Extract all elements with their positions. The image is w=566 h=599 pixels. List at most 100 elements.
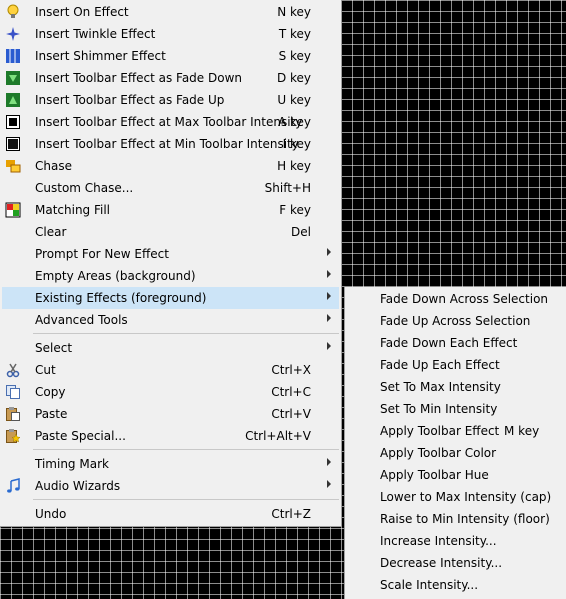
menu-item-select[interactable]: Select	[2, 337, 339, 359]
menu-item-audio-wizards[interactable]: Audio Wizards	[2, 475, 339, 497]
submenu-arrow-icon	[327, 458, 331, 466]
matching-fill-icon	[5, 202, 21, 218]
submenu-item-set-to-max-intensity[interactable]: Set To Max Intensity	[346, 376, 566, 398]
submenu-item-fade-up-each-effect[interactable]: Fade Up Each Effect	[346, 354, 566, 376]
menu-item-label: Existing Effects (foreground)	[35, 291, 207, 305]
submenu-item-fade-down-each-effect[interactable]: Fade Down Each Effect	[346, 332, 566, 354]
submenu-item-scale-intensity[interactable]: Scale Intensity...	[346, 574, 566, 596]
fade-down-icon	[5, 70, 21, 86]
menu-item-label: Undo	[35, 507, 67, 521]
menu-item-custom-chase[interactable]: Custom Chase... Shift+H	[2, 177, 339, 199]
menu-item-shortcut: F key	[279, 203, 311, 217]
submenu-item-apply-toolbar-hue[interactable]: Apply Toolbar Hue	[346, 464, 566, 486]
menu-item-shortcut: I key	[282, 137, 311, 151]
submenu-item-increase-intensity[interactable]: Increase Intensity...	[346, 530, 566, 552]
min-intensity-icon	[5, 136, 21, 152]
menu-item-label: Custom Chase...	[35, 181, 134, 195]
menu-item-label: Paste	[35, 407, 68, 421]
submenu-item-label: Fade Down Each Effect	[380, 336, 518, 350]
menu-item-shortcut: S key	[278, 49, 311, 63]
menu-item-shortcut: N key	[277, 5, 311, 19]
menu-item-shortcut: Ctrl+V	[271, 407, 311, 421]
submenu-arrow-icon	[327, 314, 331, 322]
submenu-item-shortcut: M key	[504, 424, 540, 438]
submenu-arrow-icon	[327, 248, 331, 256]
copy-icon	[5, 384, 21, 400]
submenu-item-label: Set To Max Intensity	[380, 380, 501, 394]
menu-item-label: Cut	[35, 363, 56, 377]
menu-item-label: Empty Areas (background)	[35, 269, 196, 283]
submenu-item-label: Fade Down Across Selection	[380, 292, 549, 306]
menu-separator	[33, 333, 339, 334]
menu-item-label: Prompt For New Effect	[35, 247, 169, 261]
menu-item-insert-min-intensity[interactable]: Insert Toolbar Effect at Min Toolbar Int…	[2, 133, 339, 155]
submenu-item-fade-up-across-selection[interactable]: Fade Up Across Selection	[346, 310, 566, 332]
menu-item-label: Insert On Effect	[35, 5, 129, 19]
menu-item-undo[interactable]: Undo Ctrl+Z	[2, 503, 339, 525]
paste-icon	[5, 406, 21, 422]
menu-item-label: Chase	[35, 159, 72, 173]
music-note-icon	[5, 478, 21, 494]
menu-item-shortcut: Ctrl+C	[271, 385, 311, 399]
submenu-item-decrease-intensity[interactable]: Decrease Intensity...	[346, 552, 566, 574]
submenu-item-fade-down-across-selection[interactable]: Fade Down Across Selection	[346, 288, 566, 310]
max-intensity-icon	[5, 114, 21, 130]
menu-item-shortcut: U key	[277, 93, 311, 107]
menu-item-label: Insert Toolbar Effect as Fade Down	[35, 71, 242, 85]
menu-item-insert-shimmer-effect[interactable]: Insert Shimmer Effect S key	[2, 45, 339, 67]
menu-item-copy[interactable]: Copy Ctrl+C	[2, 381, 339, 403]
menu-item-insert-fade-up[interactable]: Insert Toolbar Effect as Fade Up U key	[2, 89, 339, 111]
menu-item-shortcut: Ctrl+Alt+V	[245, 429, 311, 443]
submenu-item-lower-to-max-intensity[interactable]: Lower to Max Intensity (cap)	[346, 486, 566, 508]
chase-icon	[5, 158, 21, 174]
menu-item-label: Matching Fill	[35, 203, 111, 217]
menu-item-existing-effects[interactable]: Existing Effects (foreground)	[2, 287, 339, 309]
fade-up-icon	[5, 92, 21, 108]
menu-item-prompt-for-new-effect[interactable]: Prompt For New Effect	[2, 243, 339, 265]
menu-separator	[33, 449, 339, 450]
menu-item-insert-on-effect[interactable]: Insert On Effect N key	[2, 1, 339, 23]
submenu-arrow-icon	[327, 342, 331, 350]
menu-item-label: Paste Special...	[35, 429, 126, 443]
menu-item-shortcut: A key	[277, 115, 311, 129]
submenu-item-label: Fade Up Across Selection	[380, 314, 531, 328]
submenu-item-apply-toolbar-color[interactable]: Apply Toolbar Color	[346, 442, 566, 464]
menu-item-paste[interactable]: Paste Ctrl+V	[2, 403, 339, 425]
menu-item-label: Insert Toolbar Effect at Max Toolbar Int…	[35, 115, 303, 129]
menu-item-chase[interactable]: Chase H key	[2, 155, 339, 177]
menu-item-advanced-tools[interactable]: Advanced Tools	[2, 309, 339, 331]
submenu-item-apply-toolbar-effect[interactable]: Apply Toolbar Effect M key	[346, 420, 566, 442]
submenu-item-label: Decrease Intensity...	[380, 556, 503, 570]
existing-effects-submenu: Fade Down Across Selection Fade Up Acros…	[344, 287, 566, 599]
submenu-item-set-to-min-intensity[interactable]: Set To Min Intensity	[346, 398, 566, 420]
menu-item-label: Advanced Tools	[35, 313, 128, 327]
context-menu: Insert On Effect N key Insert Twinkle Ef…	[0, 0, 342, 527]
menu-item-insert-twinkle-effect[interactable]: Insert Twinkle Effect T key	[2, 23, 339, 45]
submenu-arrow-icon	[327, 480, 331, 488]
menu-item-shortcut: Del	[291, 225, 311, 239]
menu-item-label: Select	[35, 341, 73, 355]
submenu-item-label: Set To Min Intensity	[380, 402, 498, 416]
menu-item-matching-fill[interactable]: Matching Fill F key	[2, 199, 339, 221]
shimmer-icon	[5, 48, 21, 64]
submenu-item-label: Fade Up Each Effect	[380, 358, 500, 372]
menu-item-label: Insert Twinkle Effect	[35, 27, 156, 41]
menu-item-shortcut: Ctrl+X	[271, 363, 311, 377]
menu-item-insert-max-intensity[interactable]: Insert Toolbar Effect at Max Toolbar Int…	[2, 111, 339, 133]
menu-item-shortcut: T key	[278, 27, 311, 41]
submenu-item-raise-to-min-intensity[interactable]: Raise to Min Intensity (floor)	[346, 508, 566, 530]
menu-item-label: Insert Toolbar Effect at Min Toolbar Int…	[35, 137, 299, 151]
menu-item-shortcut: Shift+H	[264, 181, 311, 195]
menu-item-paste-special[interactable]: Paste Special... Ctrl+Alt+V	[2, 425, 339, 447]
submenu-item-label: Apply Toolbar Effect	[380, 424, 500, 438]
menu-item-label: Insert Toolbar Effect as Fade Up	[35, 93, 225, 107]
bulb-icon	[5, 4, 21, 20]
menu-item-empty-areas[interactable]: Empty Areas (background)	[2, 265, 339, 287]
menu-item-label: Insert Shimmer Effect	[35, 49, 166, 63]
menu-item-insert-fade-down[interactable]: Insert Toolbar Effect as Fade Down D key	[2, 67, 339, 89]
submenu-item-label: Scale Intensity...	[380, 578, 479, 592]
menu-item-clear[interactable]: Clear Del	[2, 221, 339, 243]
menu-item-timing-mark[interactable]: Timing Mark	[2, 453, 339, 475]
submenu-arrow-icon	[327, 270, 331, 278]
menu-item-cut[interactable]: Cut Ctrl+X	[2, 359, 339, 381]
